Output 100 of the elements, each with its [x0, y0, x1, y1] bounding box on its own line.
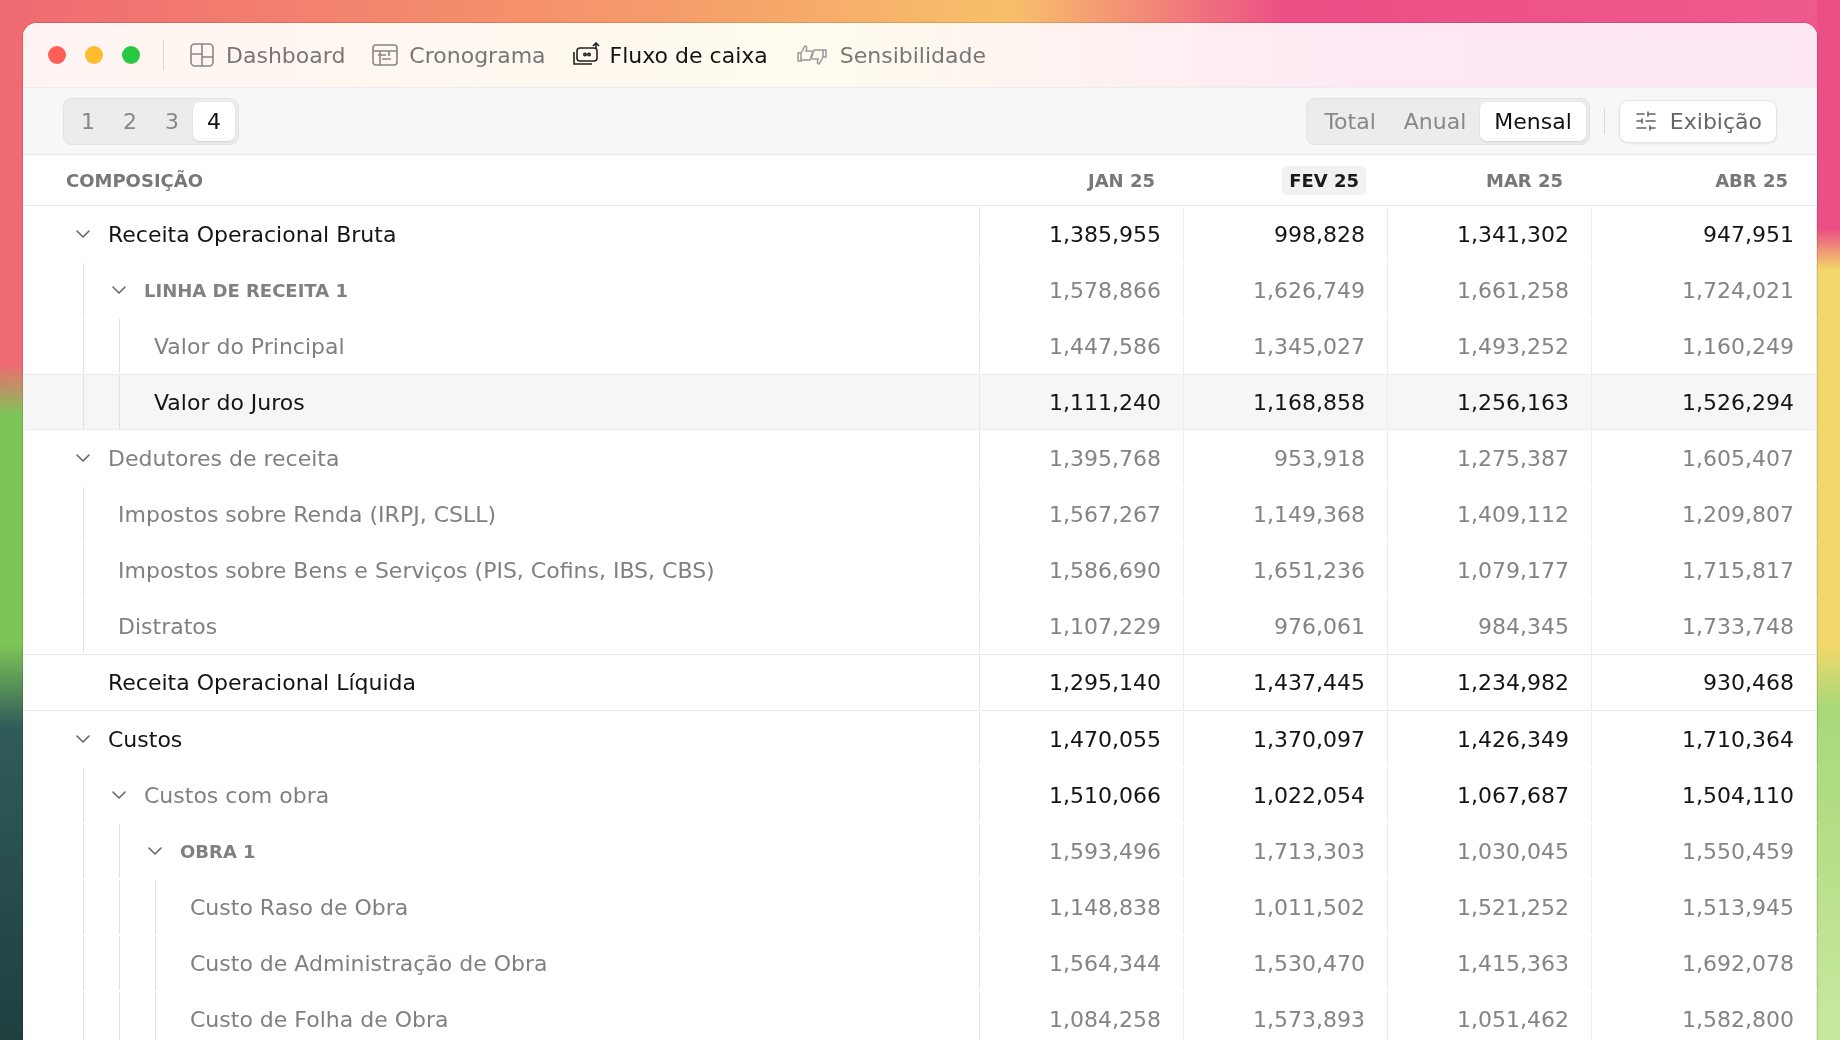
table-cell: 1,160,249: [1682, 333, 1794, 359]
display-button[interactable]: Exibição: [1618, 99, 1777, 143]
table-cell: 1,710,364: [1682, 726, 1794, 752]
table-cell: 1,504,110: [1682, 782, 1794, 808]
row-label: Dedutores de receita: [108, 445, 340, 471]
row-label: Valor do Principal: [154, 333, 345, 359]
table-cell: 1,661,258: [1457, 277, 1569, 303]
table-row[interactable]: Impostos sobre Renda (IRPJ, CSLL) 1,567,267 1,149,368 1,409,112 1,209,807: [23, 486, 1817, 542]
table-cell: 1,586,690: [1049, 557, 1161, 583]
row-label: Receita Operacional Líquida: [108, 670, 417, 695]
table-cell: 1,593,496: [1049, 838, 1161, 864]
table-cell: 1,022,054: [1253, 782, 1365, 808]
page-tab[interactable]: 3: [151, 101, 193, 141]
table-cell: 1,526,294: [1682, 389, 1794, 415]
table-cell: 1,521,252: [1457, 894, 1569, 920]
table-cell: 1,395,768: [1049, 445, 1161, 471]
table-cell: 1,084,258: [1049, 1006, 1161, 1032]
table-cell: 1,275,387: [1457, 445, 1569, 471]
table-row[interactable]: Receita Operacional Líquida 1,295,140 1,437,445 1,234,982 930,468: [23, 654, 1817, 711]
table-cell: 1,567,267: [1049, 501, 1161, 527]
period-tab[interactable]: Anual: [1389, 101, 1481, 141]
row-label: Distratos: [118, 613, 218, 639]
page-tab[interactable]: 4: [193, 101, 235, 141]
table-cell: 1,295,140: [1049, 670, 1161, 695]
window-control[interactable]: [122, 46, 140, 64]
row-label: Custo de Folha de Obra: [190, 1006, 449, 1032]
table-cell: 1,415,363: [1457, 950, 1569, 976]
table-cell: 1,426,349: [1457, 726, 1569, 752]
row-label: Impostos sobre Renda (IRPJ, CSLL): [118, 501, 497, 527]
table-cell: 1,470,055: [1049, 726, 1161, 752]
table-cell: 1,107,229: [1049, 613, 1161, 639]
table-cell: 1,148,838: [1049, 894, 1161, 920]
table-cell: 1,530,470: [1253, 950, 1365, 976]
column-header[interactable]: ABR 25: [1708, 165, 1795, 195]
table-cell: 1,111,240: [1049, 389, 1161, 415]
table-row[interactable]: Custo Raso de Obra 1,148,838 1,011,502 1,521,252 1,513,945: [23, 879, 1817, 935]
table-cell: 984,345: [1478, 613, 1569, 639]
table-cell: 998,828: [1274, 221, 1365, 247]
table-cell: 1,493,252: [1457, 333, 1569, 359]
row-label: Custo Raso de Obra: [190, 894, 409, 920]
table-cell: 1,370,097: [1253, 726, 1365, 752]
cash-icon: [571, 42, 600, 68]
table-cell: 1,341,302: [1457, 221, 1569, 247]
column-header[interactable]: MAR 25: [1478, 165, 1570, 195]
table-cell: 1,733,748: [1682, 613, 1794, 639]
table-row[interactable]: Impostos sobre Bens e Serviços (PIS, Cofins, IBS, CBS) 1,586,690 1,651,236 1,079,177 1,715,817: [23, 542, 1817, 598]
column-header[interactable]: COMPOSIÇÃO: [59, 165, 211, 195]
page-tab[interactable]: 2: [109, 101, 151, 141]
table-cell: 1,030,045: [1457, 838, 1569, 864]
table-cell: 1,079,177: [1457, 557, 1569, 583]
nav-tab[interactable]: Sensibilidade: [793, 42, 987, 68]
table-row[interactable]: Distratos 1,107,229 976,061 984,345 1,733,748: [23, 598, 1817, 654]
table-cell: 1,626,749: [1253, 277, 1365, 303]
table-cell: 1,256,163: [1457, 389, 1569, 415]
nav-tab[interactable]: Fluxo de caixa: [571, 42, 768, 68]
column-header[interactable]: JAN 25: [1081, 165, 1162, 195]
table-row[interactable]: Dedutores de receita 1,395,768 953,918 1,275,387 1,605,407: [23, 430, 1817, 486]
table-row[interactable]: Custos 1,470,055 1,370,097 1,426,349 1,710,364: [23, 711, 1817, 767]
table-cell: 930,468: [1703, 670, 1794, 695]
period-tab[interactable]: Mensal: [1480, 101, 1586, 141]
table-row[interactable]: Valor do Juros 1,111,240 1,168,858 1,256,163 1,526,294: [23, 374, 1817, 430]
table-row[interactable]: Custo de Administração de Obra 1,564,344 1,530,470 1,415,363 1,692,078: [23, 935, 1817, 991]
table-cell: 1,550,459: [1682, 838, 1794, 864]
table-cell: 1,651,236: [1253, 557, 1365, 583]
table-cell: 1,510,066: [1049, 782, 1161, 808]
table-cell: 1,692,078: [1682, 950, 1794, 976]
table-cell: 1,345,027: [1253, 333, 1365, 359]
table-cell: 1,051,462: [1457, 1006, 1569, 1032]
table-row[interactable]: Valor do Principal 1,447,586 1,345,027 1,493,252 1,160,249: [23, 318, 1817, 374]
table-cell: 1,447,586: [1049, 333, 1161, 359]
table-row[interactable]: Custos com obra 1,510,066 1,022,054 1,067,687 1,504,110: [23, 767, 1817, 823]
table-cell: 1,605,407: [1682, 445, 1794, 471]
table-cell: 1,209,807: [1682, 501, 1794, 527]
table-cell: 1,513,945: [1682, 894, 1794, 920]
row-label: Receita Operacional Bruta: [108, 221, 397, 247]
nav-tab[interactable]: Dashboard: [188, 42, 346, 68]
row-label: LINHA DE RECEITA 1: [144, 279, 348, 301]
row-label: Custos com obra: [144, 782, 330, 808]
table-row[interactable]: Receita Operacional Bruta 1,385,955 998,828 1,341,302 947,951: [23, 206, 1817, 262]
table-cell: 1,385,955: [1049, 221, 1161, 247]
table-row[interactable]: OBRA 1 1,593,496 1,713,303 1,030,045 1,550,459: [23, 823, 1817, 879]
window-control[interactable]: [48, 46, 66, 64]
row-label: Impostos sobre Bens e Serviços (PIS, Cofins, IBS, CBS): [118, 557, 715, 583]
table-cell: 1,067,687: [1457, 782, 1569, 808]
period-tab[interactable]: Total: [1310, 101, 1390, 141]
table-row[interactable]: Custo de Folha de Obra 1,084,258 1,573,893 1,051,462 1,582,800: [23, 991, 1817, 1040]
timeline-icon: [371, 42, 400, 68]
table-cell: 1,437,445: [1253, 670, 1365, 695]
page-tab[interactable]: 1: [67, 101, 109, 141]
sliders-icon: [1633, 109, 1658, 133]
table-row[interactable]: LINHA DE RECEITA 1 1,578,866 1,626,749 1,661,258 1,724,021: [23, 262, 1817, 318]
column-header[interactable]: FEV 25: [1282, 165, 1366, 195]
table-cell: 1,724,021: [1682, 277, 1794, 303]
grid-icon: [188, 42, 216, 68]
nav-tab[interactable]: Cronograma: [371, 42, 546, 68]
table-cell: 947,951: [1703, 221, 1794, 247]
table-cell: 1,149,368: [1253, 501, 1365, 527]
table-cell: 1,578,866: [1049, 277, 1161, 303]
row-label: OBRA 1: [180, 840, 256, 862]
table-cell: 1,409,112: [1457, 501, 1569, 527]
